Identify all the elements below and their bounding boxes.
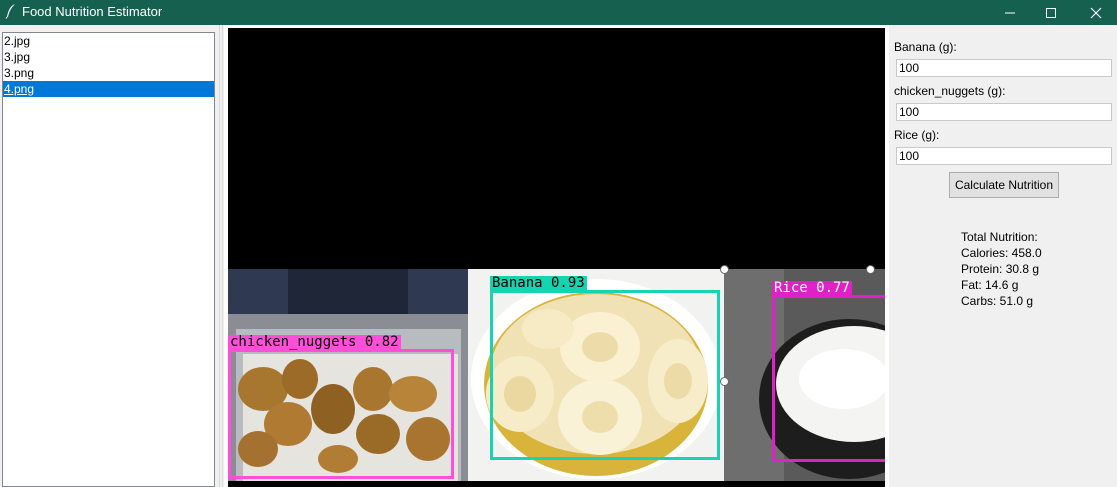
minimize-icon	[1005, 12, 1015, 13]
detection-label-chicken-nuggets: chicken_nuggets 0.82	[228, 334, 401, 350]
maximize-icon	[1046, 7, 1056, 18]
list-item-2-jpg[interactable]: 2.jpg	[3, 33, 214, 49]
calories-value: Calories: 458.0	[961, 246, 1042, 260]
banana-photo: Banana 0.93	[468, 269, 724, 481]
close-icon	[1090, 7, 1102, 18]
detection-label-banana: Banana 0.93	[490, 275, 587, 291]
fat-value: Fat: 14.6 g	[961, 278, 1019, 292]
banana-grams-input[interactable]: 100	[896, 59, 1112, 77]
results-heading: Total Nutrition:	[961, 230, 1038, 244]
pane-divider[interactable]	[219, 25, 223, 487]
image-canvas: chicken_nuggets 0.82 Banana 0.93 Rice 0.…	[228, 28, 885, 487]
nutrition-panel: Banana (g): 100 chicken_nuggets (g): 100…	[890, 25, 1117, 487]
resize-handle-middle[interactable]	[720, 377, 729, 386]
file-listbox[interactable]: 2.jpg 3.jpg 3.png 4.png	[2, 32, 215, 487]
resize-handle-top-middle[interactable]	[720, 265, 729, 274]
minimize-button[interactable]	[987, 0, 1033, 25]
maximize-button[interactable]	[1028, 0, 1074, 25]
detection-box-chicken-nuggets	[228, 349, 454, 479]
calculate-nutrition-button[interactable]: Calculate Nutrition	[949, 172, 1059, 198]
list-item-3-jpg[interactable]: 3.jpg	[3, 49, 214, 65]
chicken-nuggets-grams-label: chicken_nuggets (g):	[894, 84, 1006, 98]
chicken-nuggets-grams-input[interactable]: 100	[896, 103, 1112, 121]
banana-grams-label: Banana (g):	[894, 40, 957, 54]
protein-value: Protein: 30.8 g	[961, 262, 1040, 276]
rice-grams-label: Rice (g):	[894, 128, 940, 142]
detection-label-rice: Rice 0.77	[772, 280, 852, 296]
chicken-nuggets-photo: chicken_nuggets 0.82	[228, 269, 468, 481]
image-canvas-frame: chicken_nuggets 0.82 Banana 0.93 Rice 0.…	[224, 25, 889, 487]
list-item-4-png[interactable]: 4.png	[3, 81, 214, 97]
resize-handle-top-right[interactable]	[866, 265, 875, 274]
carbs-value: Carbs: 51.0 g	[961, 294, 1034, 308]
rice-grams-input[interactable]: 100	[896, 147, 1112, 165]
window-title: Food Nutrition Estimator	[22, 4, 163, 19]
feather-app-icon	[5, 4, 15, 19]
close-button[interactable]	[1073, 0, 1117, 25]
detection-box-banana	[490, 290, 720, 460]
detection-box-rice	[772, 295, 885, 462]
nutrition-results: Total Nutrition: Calories: 458.0 Protein…	[961, 229, 1042, 309]
rice-photo: Rice 0.77	[724, 269, 885, 481]
list-item-3-png[interactable]: 3.png	[3, 65, 214, 81]
title-bar: Food Nutrition Estimator	[0, 0, 1117, 25]
